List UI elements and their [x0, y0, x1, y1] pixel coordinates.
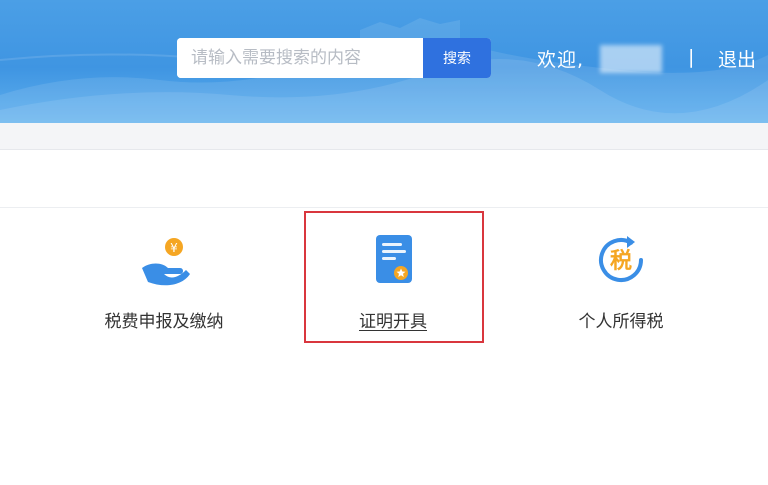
username-redacted — [600, 45, 662, 73]
nav-strip — [0, 150, 768, 208]
logout-link[interactable]: 退出 — [718, 45, 756, 72]
search-button[interactable]: 搜索 — [423, 38, 491, 78]
search-box: 搜索 — [177, 38, 491, 78]
service-tax-declaration[interactable]: ¥ 税费申报及缴纳 — [79, 215, 249, 335]
service-certificate[interactable]: 证明开具 — [308, 215, 478, 335]
service-label: 证明开具 — [359, 312, 427, 332]
certificate-icon — [376, 235, 412, 283]
welcome-text: 欢迎, — [537, 49, 585, 71]
svg-text:税: 税 — [610, 248, 632, 274]
sub-bar — [0, 123, 768, 150]
header-banner: 搜索 欢迎, | 退出 — [0, 0, 768, 123]
header-separator: | — [688, 46, 695, 68]
service-label: 个人所得税 — [578, 312, 664, 332]
service-individual-income-tax[interactable]: 税 个人所得税 — [536, 215, 706, 335]
search-input[interactable] — [177, 38, 423, 78]
hand-coin-icon: ¥ — [142, 238, 190, 286]
tax-refresh-icon: 税 — [599, 236, 643, 282]
service-label: 税费申报及缴纳 — [104, 312, 224, 332]
svg-text:¥: ¥ — [170, 241, 178, 255]
